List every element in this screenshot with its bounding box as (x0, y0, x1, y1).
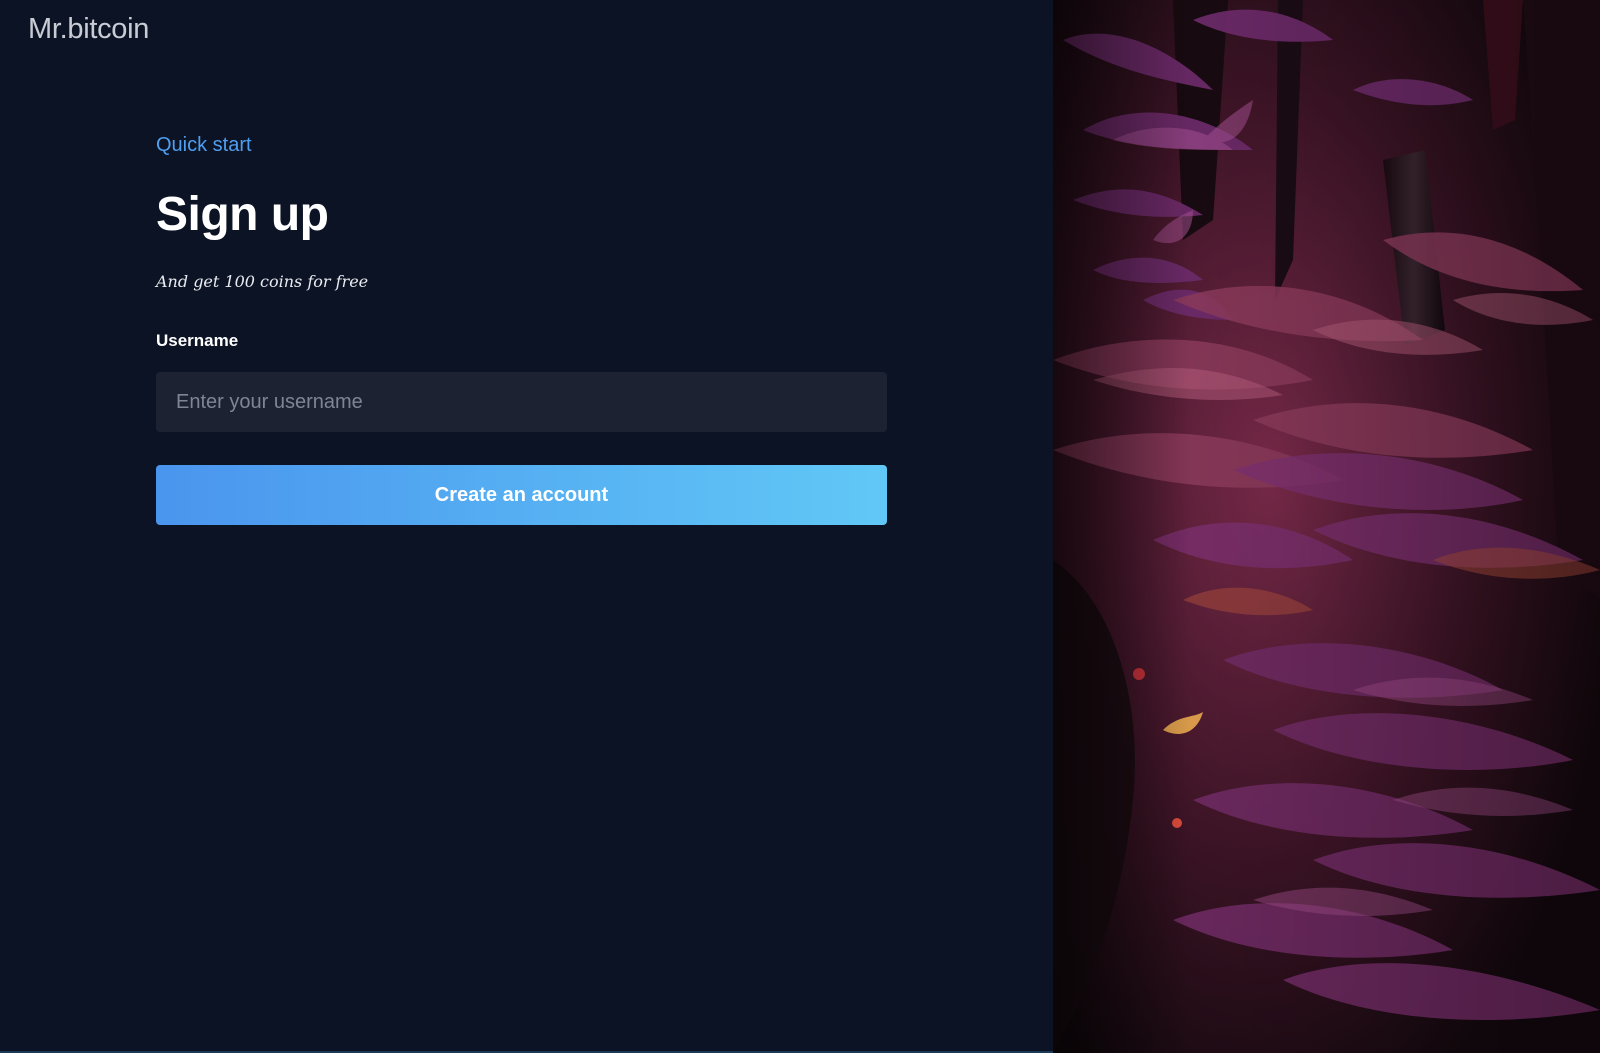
signup-page: Mr.bitcoin Quick start Sign up And get 1… (0, 0, 1600, 1053)
signup-subtitle: And get 100 coins for free (156, 272, 369, 291)
brand-logo[interactable]: Mr.bitcoin (28, 12, 149, 46)
username-label: Username (156, 331, 239, 350)
create-account-button[interactable]: Create an account (156, 465, 887, 525)
signup-form: Quick start Sign up And get 100 coins fo… (156, 133, 887, 525)
quick-start-label: Quick start (156, 134, 252, 156)
username-input[interactable] (156, 372, 887, 432)
page-title: Sign up (156, 188, 329, 241)
signup-panel: Mr.bitcoin Quick start Sign up And get 1… (0, 0, 1053, 1053)
jungle-photo (1053, 0, 1600, 1053)
jungle-ferns-photo-icon (1053, 0, 1600, 1053)
